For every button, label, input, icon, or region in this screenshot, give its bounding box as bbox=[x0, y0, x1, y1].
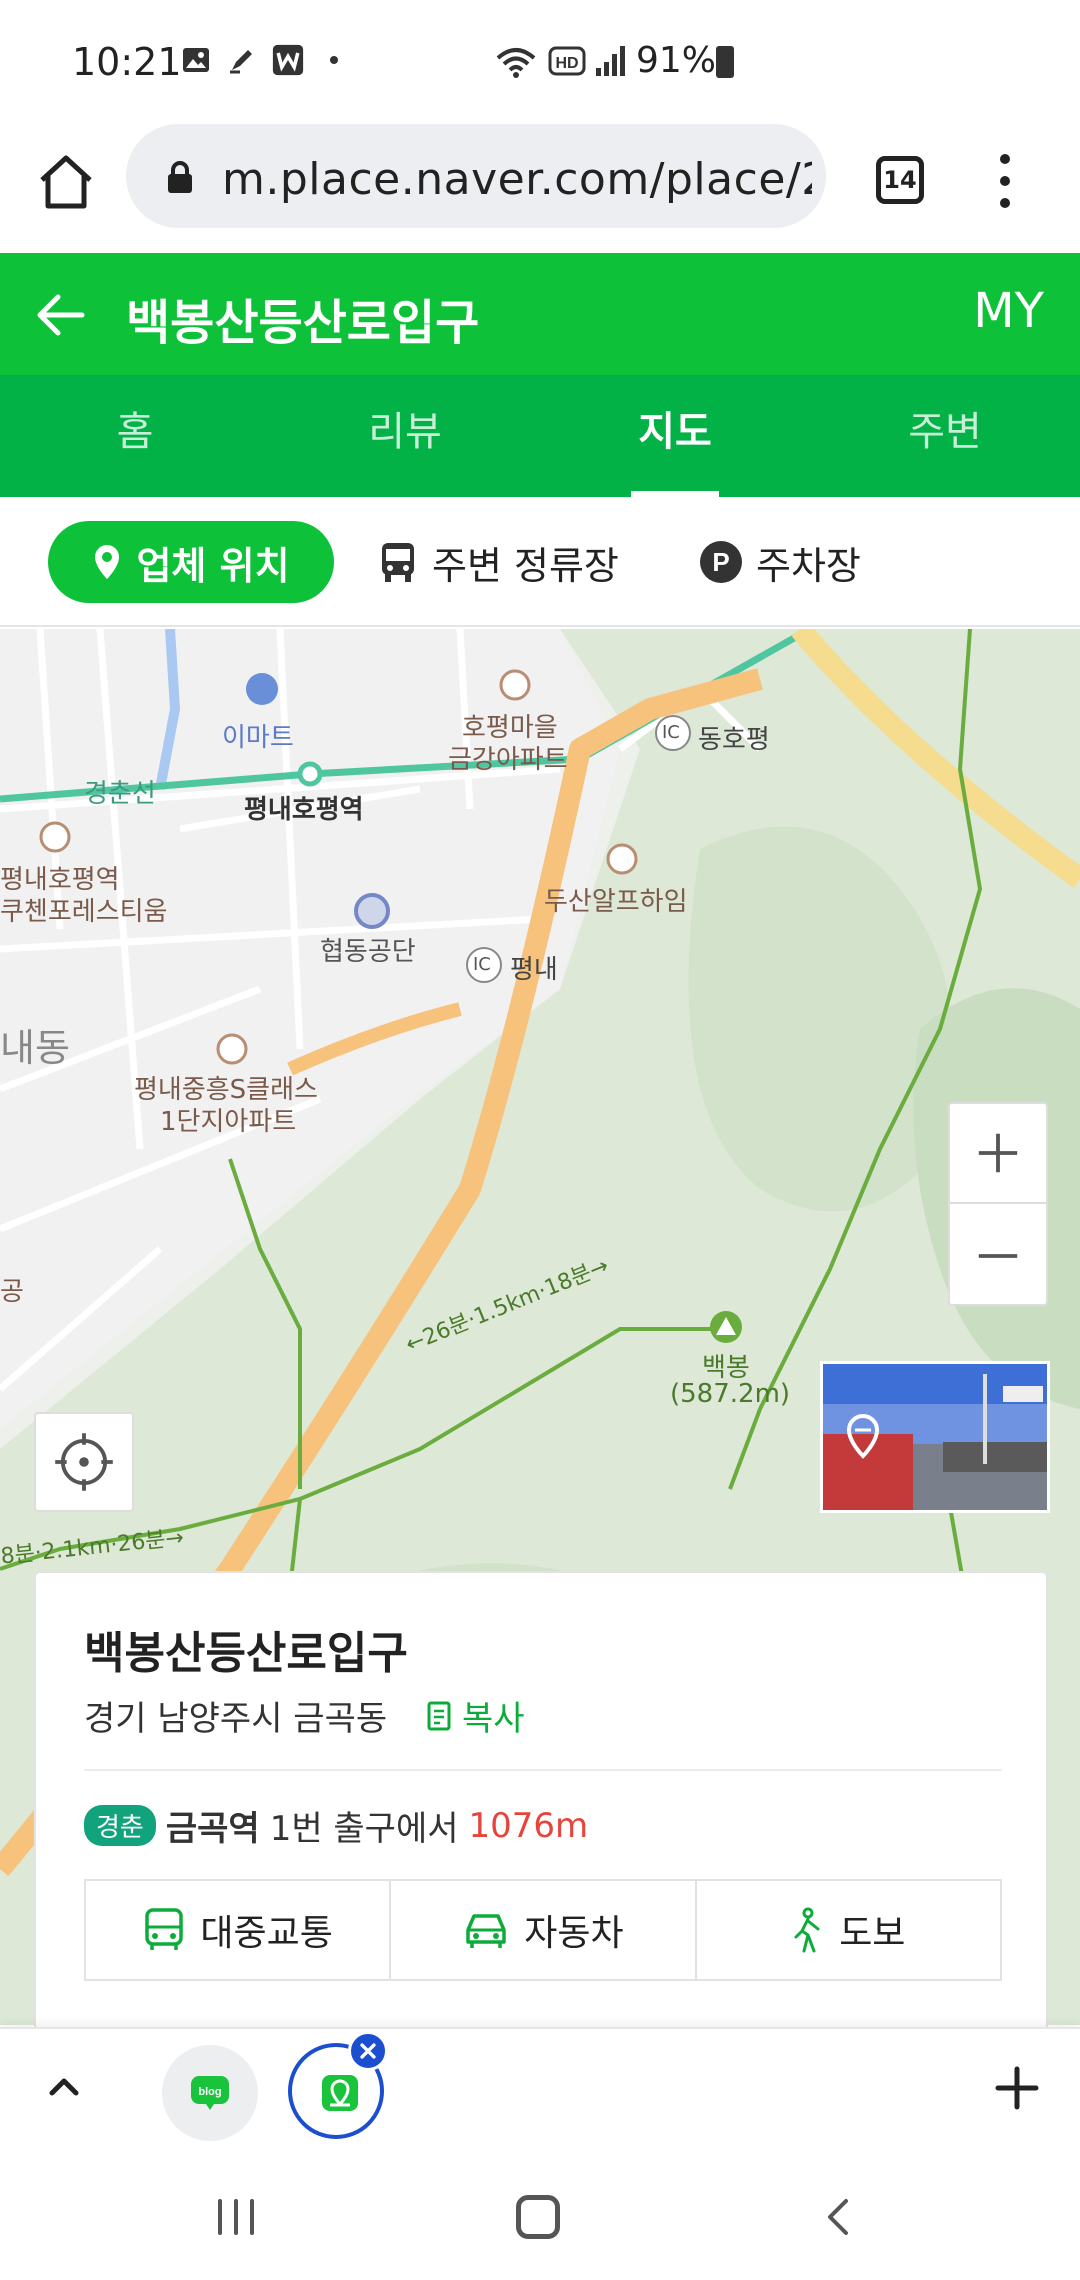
tab-home[interactable]: 홈 bbox=[0, 375, 270, 497]
map-label-doosan: 두산알프하임 bbox=[544, 887, 688, 917]
parking-icon: P bbox=[700, 541, 742, 583]
tab-map[interactable]: 지도 bbox=[540, 375, 810, 497]
edit-icon bbox=[230, 50, 252, 74]
status-time: 10:21 bbox=[72, 40, 182, 84]
parking-chip[interactable]: P 주차장 bbox=[700, 521, 861, 603]
location-chip-label: 업체 위치 bbox=[136, 543, 290, 588]
map-label-district: 내동 bbox=[0, 1026, 70, 1070]
home-icon[interactable] bbox=[34, 150, 98, 214]
zoom-controls bbox=[948, 1102, 1048, 1306]
place-header: 백봉산등산로입구 MY bbox=[0, 253, 1080, 375]
notification-icons bbox=[180, 44, 350, 76]
route-buttons: 대중교통 자동차 도보 bbox=[84, 1879, 1002, 1981]
signal-icon bbox=[596, 46, 625, 76]
plus-icon[interactable] bbox=[994, 2065, 1040, 2111]
more-menu-icon[interactable] bbox=[990, 154, 1020, 210]
map-label-rail: 경춘선 bbox=[84, 779, 156, 809]
location-chip[interactable]: 업체 위치 bbox=[48, 521, 334, 603]
place-tabs: 홈 리뷰 지도 주변 bbox=[0, 375, 1080, 497]
map-label-apt2-2: 쿠첸포레스티움 bbox=[0, 897, 168, 927]
address-bar[interactable]: m.place.naver.com/place/21 bbox=[126, 124, 826, 228]
wifi-icon bbox=[496, 48, 536, 78]
map-label-ic2: IC bbox=[473, 954, 491, 975]
w-app-icon bbox=[272, 44, 304, 76]
zoom-in-icon[interactable] bbox=[950, 1104, 1046, 1204]
dot-icon bbox=[330, 56, 338, 64]
tab-review[interactable]: 리뷰 bbox=[270, 375, 540, 497]
bus-icon bbox=[382, 543, 414, 582]
parking-chip-label: 주차장 bbox=[756, 543, 861, 588]
map-label-ic1: IC bbox=[662, 722, 680, 743]
page-title: 백봉산등산로입구 bbox=[126, 295, 480, 351]
map-label-ic-pyeongnae: 평내 bbox=[510, 955, 558, 985]
street-view-thumbnail[interactable] bbox=[820, 1361, 1050, 1513]
walk-label: 도보 bbox=[839, 1913, 906, 1954]
status-bar: 10:21 HD 91% bbox=[0, 0, 1080, 120]
lock-icon bbox=[168, 161, 192, 193]
browser-bottom-bar: blog bbox=[0, 2027, 1080, 2155]
map-label-apt3-2: 1단지아파트 bbox=[160, 1107, 297, 1137]
subway-line-badge: 경춘 bbox=[84, 1805, 156, 1846]
map-filter-chips: 업체 위치 주변 정류장 P 주차장 bbox=[0, 497, 1080, 627]
copy-address-button[interactable]: 복사 bbox=[426, 1691, 525, 1740]
station-distance: 1076m bbox=[468, 1805, 589, 1846]
car-button[interactable]: 자동차 bbox=[391, 1881, 697, 1979]
car-icon bbox=[466, 1914, 507, 1948]
map-label-hyeopdong: 협동공단 bbox=[320, 937, 416, 967]
zoom-out-icon[interactable] bbox=[950, 1206, 1046, 1306]
tab-nearby[interactable]: 주변 bbox=[810, 375, 1080, 497]
copy-icon bbox=[427, 1701, 451, 1730]
gallery-icon bbox=[183, 48, 209, 72]
station-name: 금곡역 bbox=[165, 1809, 260, 1849]
place-info-card: 백봉산등산로입구 경기 남양주시 금곡동 복사 경춘 금곡역 1번 출구에서 1… bbox=[34, 1571, 1048, 2031]
subway-info: 경춘 금곡역 1번 출구에서 1076m bbox=[84, 1801, 588, 1850]
hd-icon: HD bbox=[548, 46, 586, 76]
back-arrow-icon[interactable] bbox=[30, 285, 90, 345]
svg-text:HD: HD bbox=[555, 55, 578, 72]
map-place-icon bbox=[322, 2075, 358, 2111]
blog-icon: blog bbox=[191, 2076, 229, 2110]
street-view-image bbox=[823, 1364, 1047, 1510]
copy-label: 복사 bbox=[462, 1699, 525, 1739]
battery-percent: 91% bbox=[636, 40, 717, 81]
home-nav-icon[interactable] bbox=[516, 2195, 560, 2239]
back-nav-icon[interactable] bbox=[822, 2195, 852, 2239]
svg-text:blog: blog bbox=[198, 2086, 221, 2098]
place-address: 경기 남양주시 금곡동 bbox=[84, 1699, 388, 1739]
url-text[interactable]: m.place.naver.com/place/21 bbox=[222, 154, 812, 205]
blog-app-button[interactable]: blog bbox=[162, 2045, 258, 2141]
map-label-peak-height: (587.2m) bbox=[670, 1379, 791, 1409]
stops-chip[interactable]: 주변 정류장 bbox=[378, 521, 619, 603]
location-pin-icon bbox=[95, 545, 120, 579]
close-icon[interactable] bbox=[348, 2031, 388, 2071]
card-divider bbox=[84, 1769, 1002, 1771]
place-name: 백봉산등산로입구 bbox=[84, 1628, 408, 1679]
map-label-apt1-2: 금강아파트 bbox=[448, 745, 568, 775]
map-label-station: 평내호평역 bbox=[244, 795, 364, 825]
map-label-gong: 공 bbox=[0, 1277, 24, 1307]
transit-icon bbox=[145, 1908, 184, 1950]
system-navigation-bar bbox=[0, 2155, 1080, 2280]
map-label-ic-donghopyeong: 동호평 bbox=[698, 725, 770, 755]
car-label: 자동차 bbox=[524, 1913, 624, 1954]
chevron-up-icon[interactable] bbox=[42, 2065, 86, 2109]
my-button[interactable]: MY bbox=[973, 283, 1044, 339]
stops-chip-label: 주변 정류장 bbox=[432, 543, 619, 588]
battery-icon bbox=[716, 46, 734, 78]
map-label-emart: 이마트 bbox=[222, 723, 294, 753]
exit-text: 1번 출구에서 bbox=[269, 1809, 459, 1849]
walk-icon bbox=[794, 1907, 820, 1953]
public-transit-button[interactable]: 대중교통 bbox=[86, 1881, 392, 1979]
walk-button[interactable]: 도보 bbox=[697, 1881, 1000, 1979]
tab-switcher-button[interactable]: 14 bbox=[876, 156, 924, 204]
browser-toolbar: m.place.naver.com/place/21 14 bbox=[0, 120, 1080, 256]
public-transit-label: 대중교통 bbox=[200, 1913, 333, 1954]
recent-apps-icon[interactable] bbox=[214, 2197, 258, 2237]
my-location-icon[interactable] bbox=[34, 1412, 134, 1512]
